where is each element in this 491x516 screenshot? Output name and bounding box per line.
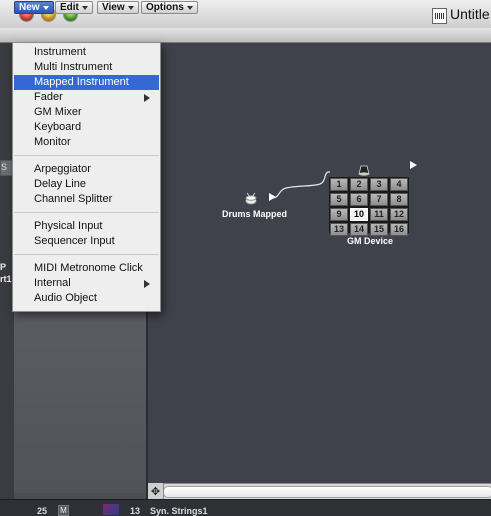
menu-separator	[14, 212, 159, 213]
gm-channel-cell[interactable]: 2	[350, 178, 368, 191]
menu-new-button[interactable]: New	[14, 1, 54, 14]
gm-channel-cell[interactable]: 5	[330, 193, 348, 206]
menu-item-audio-object[interactable]: Audio Object	[14, 291, 159, 306]
window-title: Untitle	[450, 6, 490, 22]
drum-icon[interactable]	[244, 192, 258, 206]
gm-channel-cell[interactable]: 14	[350, 223, 368, 236]
menu-item-sequencer-input[interactable]: Sequencer Input	[14, 234, 159, 249]
track-row[interactable]	[0, 499, 491, 516]
menu-edit-button[interactable]: Edit	[55, 1, 93, 14]
gm-channel-cell[interactable]: 4	[390, 178, 408, 191]
gm-channel-cell[interactable]: 7	[370, 193, 388, 206]
background-fragment-text: rt1	[0, 274, 12, 284]
speaker-icon[interactable]	[357, 163, 371, 177]
document-icon	[432, 8, 447, 24]
menu-item-fader[interactable]: Fader	[14, 90, 159, 105]
gm-channel-cell[interactable]: 12	[390, 208, 408, 221]
menu-item-midi-metronome-click[interactable]: MIDI Metronome Click	[14, 261, 159, 276]
gm-channel-cell[interactable]: 10	[350, 208, 368, 221]
gm-channel-cell[interactable]: 1	[330, 178, 348, 191]
gm-channel-cell[interactable]: 11	[370, 208, 388, 221]
menu-view-button[interactable]: View	[97, 1, 139, 14]
menu-item-delay-line[interactable]: Delay Line	[14, 177, 159, 192]
menu-options-button[interactable]: Options	[141, 1, 198, 14]
menu-separator	[14, 155, 159, 156]
dropdown-arrow-icon	[42, 5, 49, 10]
drums-mapped-label: Drums Mapped	[222, 209, 288, 219]
submenu-arrow-icon	[144, 280, 150, 288]
gm-device-label: GM Device	[347, 236, 394, 246]
gm-channel-cell[interactable]: 6	[350, 193, 368, 206]
gm-channel-cell[interactable]: 9	[330, 208, 348, 221]
gm-channel-cell[interactable]: 15	[370, 223, 388, 236]
background-fragment-text: P	[0, 262, 7, 272]
output-port-icon[interactable]	[410, 161, 417, 169]
dropdown-arrow-icon	[186, 5, 193, 10]
move-cursor-icon[interactable]: ✥	[148, 483, 164, 499]
environment-menubar	[0, 28, 491, 43]
menu-item-mapped-instrument[interactable]: Mapped Instrument	[14, 75, 159, 90]
gm-channel-cell[interactable]: 13	[330, 223, 348, 236]
gm-channel-cell[interactable]: 3	[370, 178, 388, 191]
menu-item-physical-input[interactable]: Physical Input	[14, 219, 159, 234]
menu-item-multi-instrument[interactable]: Multi Instrument	[14, 60, 159, 75]
menu-options-label: Options	[146, 2, 184, 13]
mute-button[interactable]: M	[58, 505, 69, 516]
menu-separator	[14, 254, 159, 255]
gm-channel-cell[interactable]: 8	[390, 193, 408, 206]
menu-new-label: New	[19, 2, 40, 13]
gm-channel-grid[interactable]: 1 2 3 4 5 6 7 8 9 10 11 12 13 14 15 16	[329, 177, 409, 236]
menu-item-gm-mixer[interactable]: GM Mixer	[14, 105, 159, 120]
menu-item-instrument[interactable]: Instrument	[14, 45, 159, 60]
menu-item-channel-splitter[interactable]: Channel Splitter	[14, 192, 159, 207]
menu-item-arpeggiator[interactable]: Arpeggiator	[14, 162, 159, 177]
menu-item-internal[interactable]: Internal	[14, 276, 159, 291]
instrument-icon	[103, 504, 119, 515]
submenu-arrow-icon	[144, 94, 150, 102]
menu-edit-label: Edit	[60, 2, 79, 13]
environment-canvas[interactable]	[148, 43, 491, 483]
new-menu-dropdown: Instrument Multi Instrument Mapped Instrum…	[12, 42, 161, 312]
background-fragment-text: S	[1, 162, 8, 172]
dropdown-arrow-icon	[81, 5, 88, 10]
scrollbar-thumb[interactable]	[163, 486, 491, 498]
dropdown-arrow-icon	[127, 5, 134, 10]
menu-view-label: View	[102, 2, 125, 13]
menu-item-monitor[interactable]: Monitor	[14, 135, 159, 150]
menu-item-keyboard[interactable]: Keyboard	[14, 120, 159, 135]
gm-channel-cell[interactable]: 16	[390, 223, 408, 236]
